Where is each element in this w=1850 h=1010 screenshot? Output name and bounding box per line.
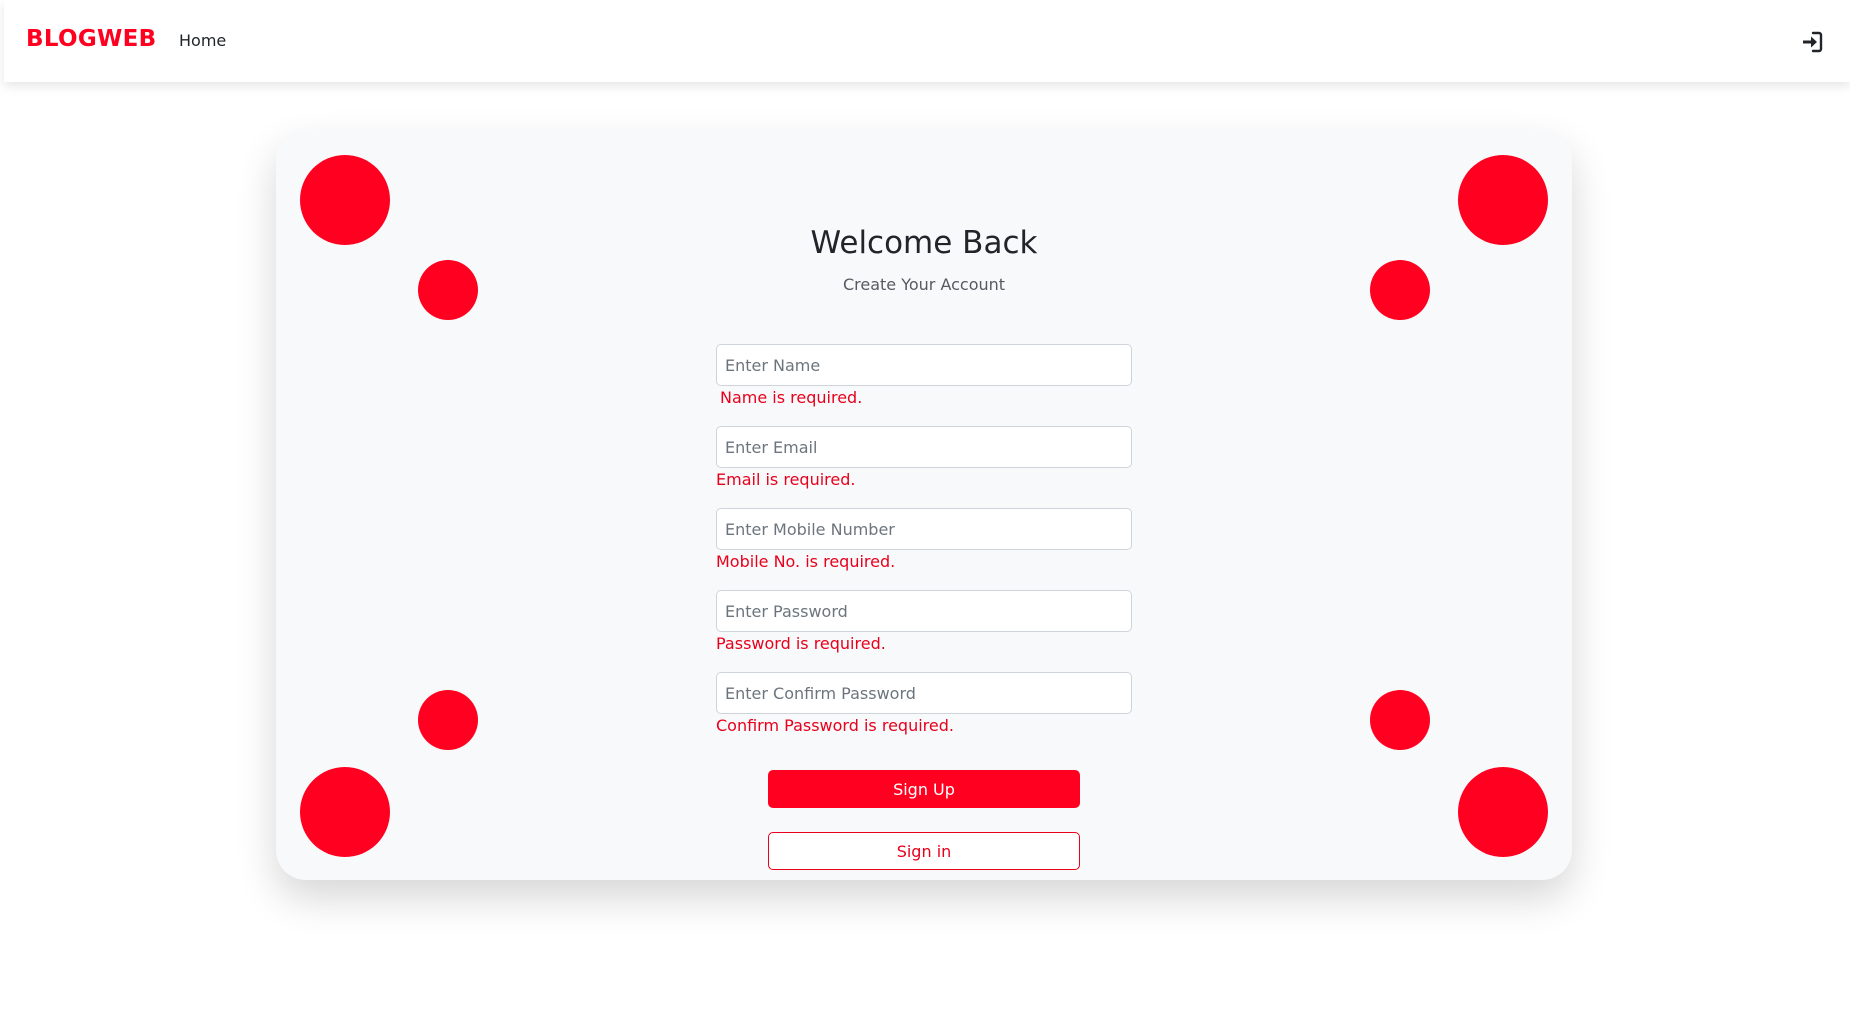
sign-in-icon[interactable]	[1800, 30, 1824, 54]
sign-in-button[interactable]: Sign in	[768, 832, 1080, 870]
password-error: Password is required.	[716, 634, 886, 653]
name-error: Name is required.	[720, 388, 863, 407]
confirm-password-input[interactable]	[716, 672, 1132, 714]
password-input[interactable]	[716, 590, 1132, 632]
email-error: Email is required.	[716, 470, 856, 489]
top-navbar: BLOGWEB Home	[4, 0, 1850, 82]
mobile-error: Mobile No. is required.	[716, 552, 896, 571]
decorative-circle	[300, 767, 390, 857]
confirm-password-error: Confirm Password is required.	[716, 716, 954, 735]
sign-up-button[interactable]: Sign Up	[768, 770, 1080, 808]
email-input[interactable]	[716, 426, 1132, 468]
page-title: Welcome Back	[810, 225, 1038, 261]
decorative-circle	[1458, 767, 1548, 857]
decorative-circle	[418, 690, 478, 750]
page-subtitle: Create Your Account	[842, 275, 1006, 294]
decorative-circle	[1370, 690, 1430, 750]
nav-link-home[interactable]: Home	[179, 31, 226, 50]
signup-card: Welcome Back Create Your Account Name is…	[276, 130, 1572, 880]
brand-logo[interactable]: BLOGWEB	[26, 26, 157, 52]
mobile-input[interactable]	[716, 508, 1132, 550]
name-input[interactable]	[716, 344, 1132, 386]
